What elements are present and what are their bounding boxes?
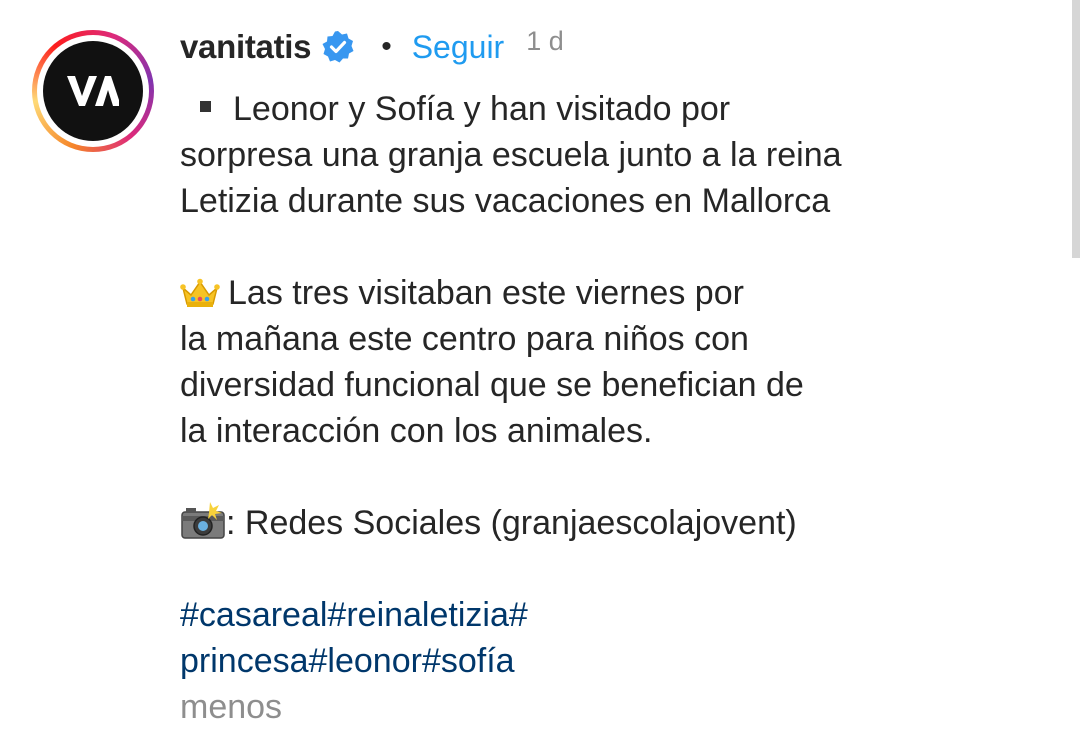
avatar-ring-gap — [37, 35, 149, 147]
username[interactable]: vanitatis — [180, 28, 311, 66]
hashtag-link[interactable]: princesa — [180, 642, 309, 680]
scrollbar-thumb[interactable] — [1072, 0, 1080, 258]
hashtag-line: #casareal#reinaletizia# — [180, 592, 1040, 638]
caption-line: Las tres visitaban este viernes por — [180, 270, 1040, 316]
caption-text: Las tres visitaban este viernes por — [228, 274, 744, 312]
post-caption: Leonor y Sofía y han visitado por sorpre… — [180, 86, 1040, 730]
separator-dot: • — [381, 30, 392, 63]
caption-line: la interacción con los animales. — [180, 412, 653, 450]
hashtag-link[interactable]: #casareal — [180, 596, 327, 634]
vanitatis-logo-icon — [67, 76, 119, 106]
avatar[interactable] — [43, 41, 143, 141]
caption-line: diversidad funcional que se benefician d… — [180, 366, 804, 404]
square-bullet-icon — [200, 101, 211, 112]
hashtag-link[interactable]: # — [509, 596, 528, 634]
hashtag-link[interactable]: #sofía — [422, 642, 515, 680]
caption-line: sorpresa una granja escuela junto a la r… — [180, 136, 842, 174]
timestamp[interactable]: 1 d — [526, 26, 564, 57]
caption-line: : Redes Sociales (granjaescolajovent) — [180, 500, 1040, 546]
post-header: vanitatis • Seguir 1 d — [180, 24, 564, 70]
show-less-button[interactable]: menos — [180, 684, 1040, 730]
avatar-story-ring[interactable] — [32, 30, 154, 152]
caption-text: Leonor y Sofía y han visitado por — [233, 90, 731, 128]
camera-flash-emoji-icon — [180, 502, 226, 552]
caption-line: Leonor y Sofía y han visitado por — [180, 86, 1040, 132]
caption-text: : Redes Sociales (granjaescolajovent) — [226, 504, 797, 542]
verified-badge-icon — [321, 30, 355, 64]
caption-line: la mañana este centro para niños con — [180, 320, 749, 358]
follow-button[interactable]: Seguir — [412, 29, 505, 66]
hashtag-link[interactable]: #leonor — [309, 642, 422, 680]
hashtag-line: princesa#leonor#sofía — [180, 638, 1040, 684]
hashtag-link[interactable]: #reinaletizia — [327, 596, 508, 634]
caption-line: Letizia durante sus vacaciones en Mallor… — [180, 182, 831, 220]
